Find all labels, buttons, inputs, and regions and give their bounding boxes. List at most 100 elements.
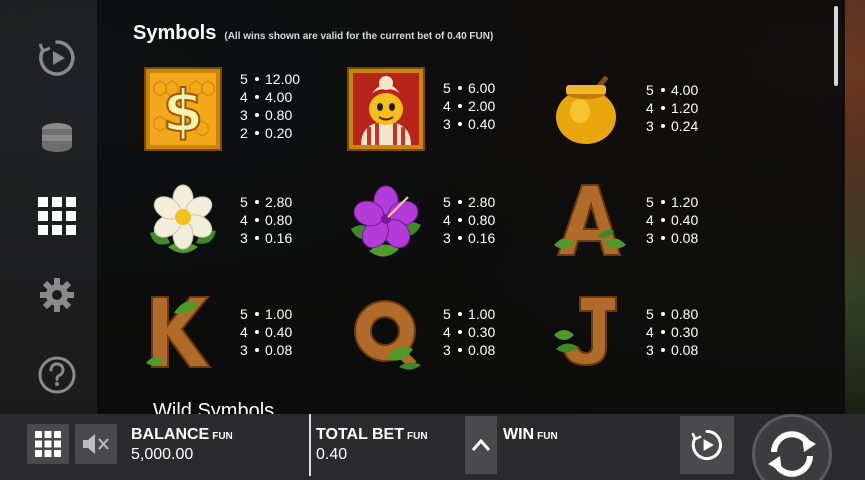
wooden-letter-q-icon <box>346 288 426 378</box>
help-icon[interactable] <box>34 352 80 398</box>
white-flower-icon <box>143 176 223 266</box>
pay-count: 5 <box>443 80 451 96</box>
pay-dot <box>661 124 665 128</box>
pay-dot <box>458 104 462 108</box>
paytable-scrollbar[interactable] <box>834 6 838 86</box>
honey-pot-symbol: 5 4.00 4 1.20 3 0.24 <box>549 64 739 154</box>
pay-value: 0.20 <box>265 125 293 141</box>
autoplay-icon <box>691 429 722 461</box>
pay-dot <box>255 218 259 222</box>
pay-value: 4.00 <box>671 82 699 98</box>
pay-value: 0.16 <box>265 230 293 246</box>
pay-value: 0.16 <box>468 230 496 246</box>
pay-count: 4 <box>646 212 654 228</box>
pay-count: 3 <box>646 118 654 134</box>
pay-dot <box>255 200 259 204</box>
pay-value: 1.00 <box>468 306 496 322</box>
pay-dot <box>255 312 259 316</box>
pay-row: 5 1.00 <box>240 305 299 323</box>
menu-button[interactable] <box>27 424 69 464</box>
pay-dot <box>255 348 259 352</box>
pay-value: 6.00 <box>468 80 496 96</box>
queen-bee-icon <box>346 64 426 154</box>
bet-selector-button[interactable] <box>465 416 497 474</box>
pay-row: 4 2.00 <box>443 97 502 115</box>
win-label: WIN <box>503 426 535 443</box>
pay-count: 3 <box>240 107 248 123</box>
pay-value: 0.40 <box>671 212 699 228</box>
pay-row: 5 12.00 <box>240 70 300 88</box>
pay-count: 5 <box>443 306 451 322</box>
pay-value: 12.00 <box>265 71 301 87</box>
letter-a-paytable: 5 1.20 4 0.40 3 0.08 <box>646 193 705 247</box>
paytable-title: Symbols <box>133 22 217 44</box>
autoplay-menu-icon[interactable] <box>34 35 80 81</box>
pay-value: 2.00 <box>468 98 496 114</box>
pay-count: 5 <box>240 306 248 322</box>
pay-row: 3 0.80 <box>240 106 300 124</box>
pay-count: 4 <box>240 212 248 228</box>
bee-queen-symbol: 5 6.00 4 2.00 3 0.40 <box>346 64 536 154</box>
pay-dot <box>255 113 259 117</box>
pay-dot <box>661 200 665 204</box>
spin-button[interactable] <box>738 414 845 480</box>
letter-k-symbol: 5 1.00 4 0.40 3 0.08 <box>143 288 333 378</box>
pay-row: 4 0.80 <box>240 211 299 229</box>
pay-row: 5 0.80 <box>646 305 705 323</box>
pay-row: 3 0.08 <box>443 341 502 359</box>
total-bet-display: TOTAL BET FUN 0.40 <box>312 414 428 480</box>
pay-dot <box>661 218 665 222</box>
pay-row: 5 6.00 <box>443 79 502 97</box>
paytable-subtitle: (All wins shown are valid for the curren… <box>224 31 494 42</box>
pay-row: 4 0.40 <box>646 211 705 229</box>
gear-icon[interactable] <box>34 272 80 318</box>
pay-dot <box>458 86 462 90</box>
pay-dot <box>661 330 665 334</box>
hibiscus-paytable: 5 2.80 4 0.80 3 0.16 <box>443 193 502 247</box>
autoplay-button[interactable] <box>680 416 734 474</box>
pay-row: 3 0.08 <box>646 229 705 247</box>
pay-row: 4 0.30 <box>646 323 705 341</box>
paytable-panel: Symbols (All wins shown are valid for th… <box>97 0 845 414</box>
pay-row: 4 1.20 <box>646 99 705 117</box>
pay-value: 0.30 <box>671 324 699 340</box>
pay-value: 0.08 <box>265 342 293 358</box>
letter-a-symbol: 5 1.20 4 0.40 3 0.08 <box>549 176 739 266</box>
coins-bet-icon[interactable] <box>34 113 80 159</box>
letter-q-symbol: 5 1.00 4 0.30 3 0.08 <box>346 288 536 378</box>
pay-dot <box>458 312 462 316</box>
hibiscus-icon <box>346 176 426 266</box>
pay-count: 5 <box>646 194 654 210</box>
pay-count: 4 <box>240 89 248 105</box>
pay-value: 0.40 <box>265 324 293 340</box>
pay-row: 2 0.20 <box>240 124 300 142</box>
pay-count: 4 <box>443 98 451 114</box>
pay-dot <box>255 330 259 334</box>
grid-menu-icon <box>35 431 61 457</box>
paytable-header: Symbols (All wins shown are valid for th… <box>133 22 493 45</box>
total-bet-currency: FUN <box>407 431 428 442</box>
pay-dot <box>255 95 259 99</box>
wooden-letter-j-icon <box>549 288 629 378</box>
speaker-muted-icon <box>83 434 109 454</box>
win-currency: FUN <box>537 431 558 442</box>
sound-toggle-button[interactable] <box>75 424 117 464</box>
wooden-letter-a-icon <box>549 176 629 266</box>
dollar-paytable: 5 12.00 4 4.00 3 0.80 2 0.20 <box>240 70 300 142</box>
balance-label: BALANCE <box>131 426 210 443</box>
pay-row: 5 2.80 <box>240 193 299 211</box>
pay-count: 5 <box>240 71 248 87</box>
pay-value: 0.24 <box>671 118 699 134</box>
pay-value: 4.00 <box>265 89 293 105</box>
total-bet-value: 0.40 <box>316 446 348 463</box>
white-flower-paytable: 5 2.80 4 0.80 3 0.16 <box>240 193 299 247</box>
pay-count: 3 <box>443 342 451 358</box>
pay-count: 3 <box>240 230 248 246</box>
balance-display: BALANCE FUN 5,000.00 <box>127 414 233 480</box>
pay-value: 0.80 <box>468 212 496 228</box>
paytable-grid-icon[interactable] <box>34 193 80 239</box>
pay-row: 5 2.80 <box>443 193 502 211</box>
pay-dot <box>458 330 462 334</box>
letter-k-paytable: 5 1.00 4 0.40 3 0.08 <box>240 305 299 359</box>
chevron-up-icon <box>471 438 491 451</box>
